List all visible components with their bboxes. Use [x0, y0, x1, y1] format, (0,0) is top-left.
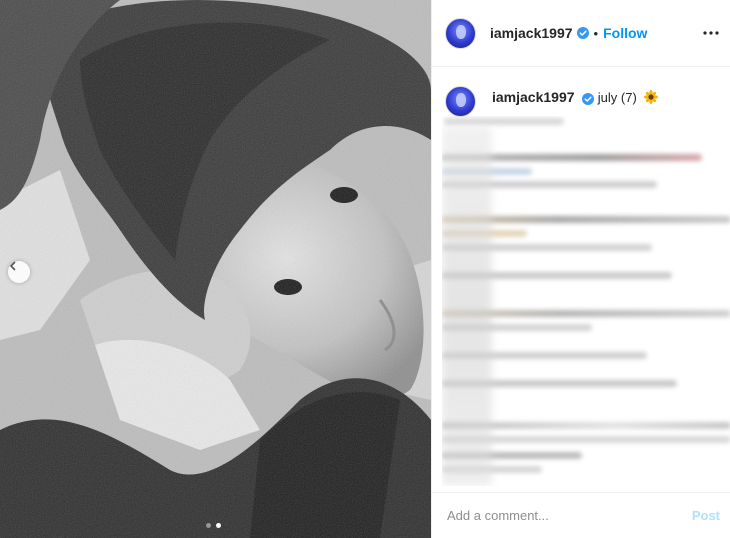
portrait-image	[0, 0, 431, 538]
username[interactable]: iamjack1997	[490, 25, 573, 41]
post-caption: iamjack1997 july (7)	[445, 86, 659, 117]
more-options-icon[interactable]	[703, 24, 719, 42]
carousel-indicator	[206, 523, 221, 528]
post-sidebar: iamjack1997 • Follow iamjack1997 july (7…	[431, 0, 730, 538]
comment-input[interactable]	[447, 508, 692, 523]
comment-bar: Post	[432, 492, 730, 538]
separator-dot: •	[593, 25, 599, 41]
carousel-dot	[206, 523, 211, 528]
carousel-dot-active	[216, 523, 221, 528]
previous-slide-button[interactable]	[8, 261, 30, 283]
sunflower-emoji-icon	[644, 90, 659, 104]
avatar[interactable]	[445, 17, 476, 49]
post-comment-button[interactable]: Post	[692, 508, 720, 523]
blurred-comments	[442, 116, 730, 486]
verified-badge-icon	[582, 92, 595, 105]
follow-button[interactable]: Follow	[603, 25, 647, 41]
verified-badge-icon	[576, 27, 589, 39]
post-header: iamjack1997 • Follow	[432, 0, 730, 67]
caption-body: july (7)	[597, 90, 637, 105]
post-modal: iamjack1997 • Follow iamjack1997 july (7…	[0, 0, 730, 538]
caption-avatar[interactable]	[445, 86, 476, 117]
caption-text: iamjack1997 july (7)	[492, 88, 659, 107]
caption-username[interactable]: iamjack1997	[492, 89, 575, 105]
post-photo[interactable]	[0, 0, 431, 538]
chevron-left-icon	[9, 261, 16, 271]
